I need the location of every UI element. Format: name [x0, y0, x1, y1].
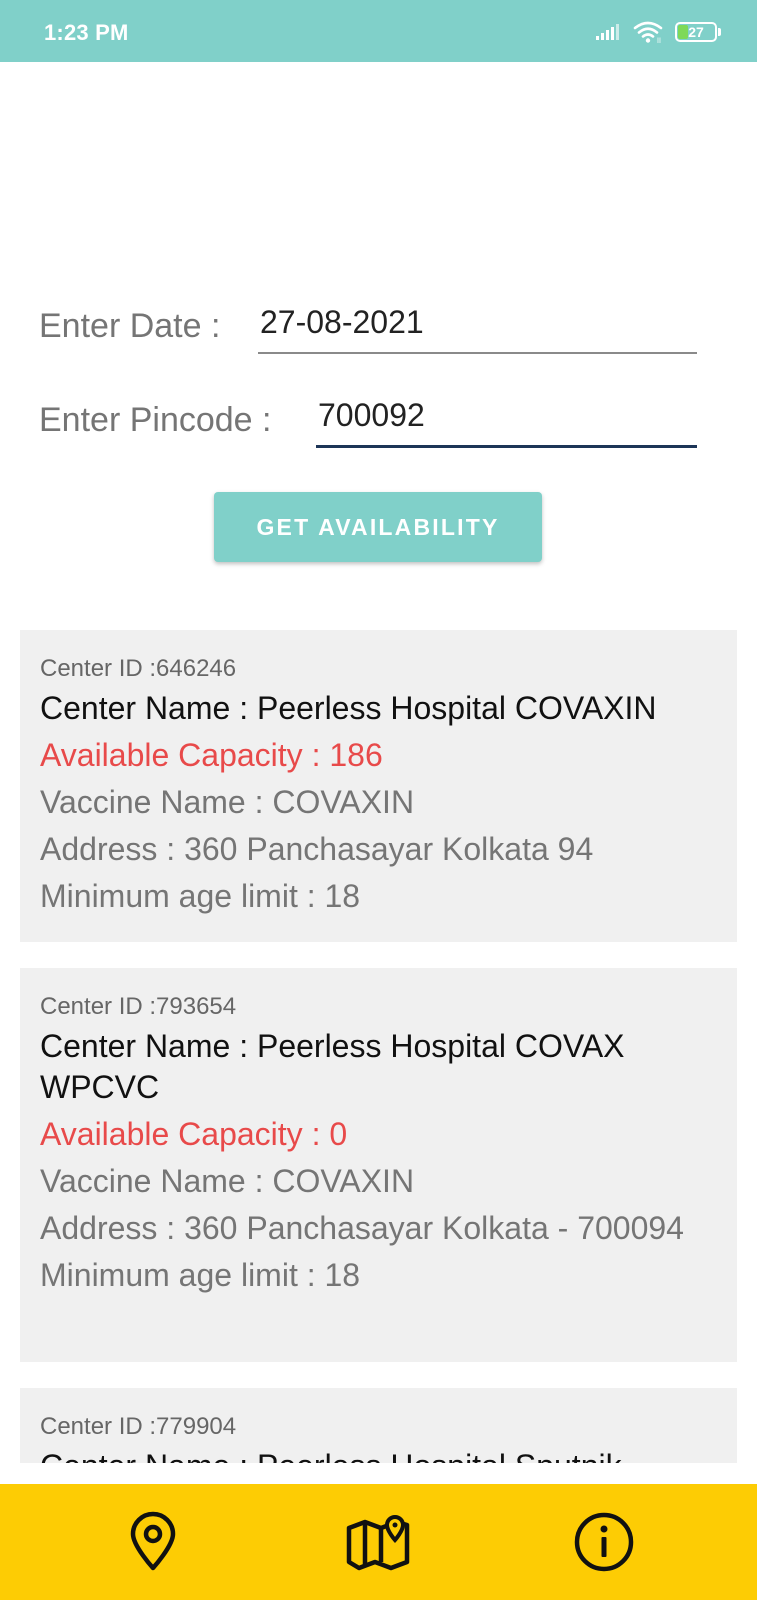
nav-map-button[interactable]: [333, 1497, 423, 1587]
center-id: Center ID :646246: [40, 655, 237, 682]
nav-info-button[interactable]: [559, 1497, 649, 1587]
status-bar: 1:23 PM ll 27: [0, 0, 757, 62]
center-list[interactable]: Center ID :646246 Center Name : Peerless…: [0, 630, 757, 1463]
available-capacity: Available Capacity : 186: [40, 737, 383, 773]
minimum-age-limit: Minimum age limit : 18: [40, 1257, 361, 1293]
center-address: Address : 360 Panchasayar Kolkata 94: [40, 831, 594, 867]
wifi-icon: ll: [633, 21, 663, 44]
info-icon: [574, 1512, 634, 1572]
center-address: Address : 360 Panchasayar Kolkata - 7000…: [40, 1210, 684, 1246]
pincode-row: Enter Pincode :: [39, 396, 697, 448]
vaccine-name: Vaccine Name : COVAXIN: [40, 784, 415, 820]
center-id: Center ID :779904: [40, 1413, 237, 1440]
status-icons: ll 27: [595, 18, 721, 46]
available-capacity: Available Capacity : 0: [40, 1116, 348, 1152]
center-card: Center ID :646246 Center Name : Peerless…: [20, 630, 737, 942]
nav-location-button[interactable]: [108, 1497, 198, 1587]
battery-percent: 27: [688, 24, 704, 40]
map-icon: [347, 1515, 410, 1571]
status-time: 1:23 PM: [44, 20, 129, 45]
pincode-input[interactable]: [316, 396, 697, 448]
center-id: Center ID :793654: [40, 993, 237, 1020]
center-name: Center Name : Peerless Hospital COVAXIN: [40, 690, 657, 726]
bottom-nav: [0, 1484, 757, 1600]
battery-icon: 27: [675, 20, 721, 44]
center-name: Center Name : Peerless Hospital COVAX WP…: [40, 1028, 625, 1105]
date-input[interactable]: [258, 302, 697, 354]
pincode-label: Enter Pincode :: [39, 401, 272, 439]
minimum-age-limit: Minimum age limit : 18: [40, 878, 361, 914]
get-availability-button[interactable]: GET AVAILABILITY: [214, 492, 542, 562]
date-row: Enter Date :: [39, 302, 697, 354]
center-name: Center Name : Peerless Hospital Sputnik: [40, 1446, 717, 1463]
location-pin-icon: [130, 1511, 176, 1571]
vaccine-name: Vaccine Name : COVAXIN: [40, 1163, 415, 1199]
signal-icon: [596, 24, 619, 40]
center-card: Center ID :793654 Center Name : Peerless…: [20, 968, 737, 1362]
center-card: Center ID :779904 Center Name : Peerless…: [20, 1388, 737, 1463]
date-label: Enter Date :: [39, 307, 221, 345]
svg-text:ll: ll: [657, 37, 661, 44]
